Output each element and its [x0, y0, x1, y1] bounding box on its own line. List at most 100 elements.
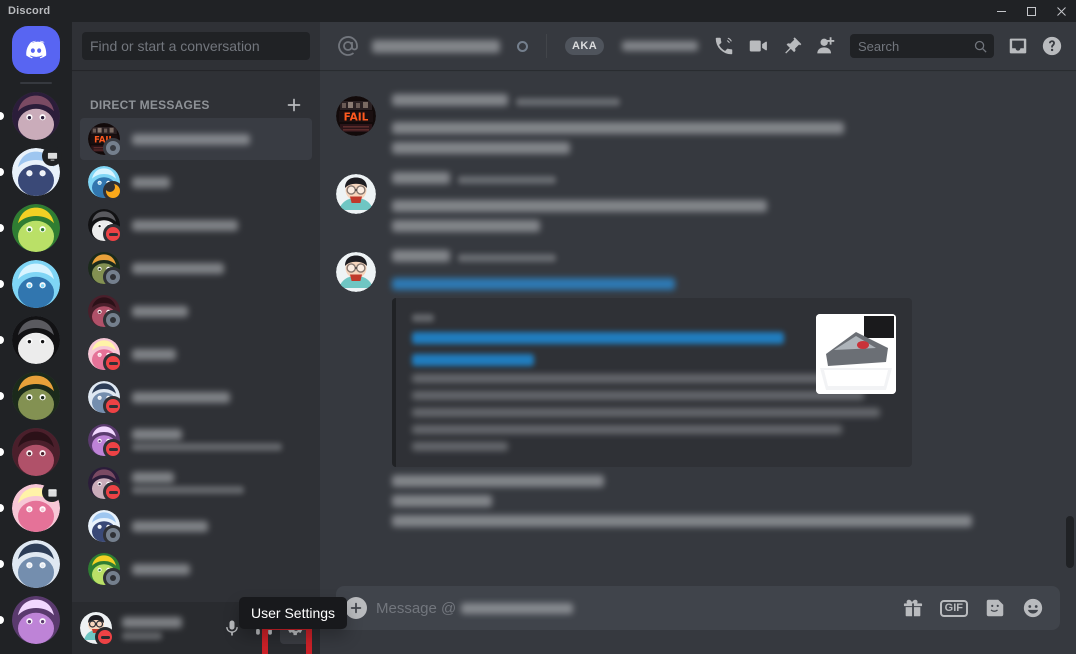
message-composer[interactable]: Message @ GIF	[336, 586, 1060, 630]
dm-name-redacted	[132, 563, 190, 575]
gif-button[interactable]: GIF	[939, 599, 968, 617]
server-icon-3[interactable]	[12, 204, 60, 252]
message-line-redacted	[392, 515, 972, 527]
header-divider	[546, 34, 547, 58]
dm-subtitle-redacted	[132, 443, 282, 451]
message-line-redacted	[392, 122, 844, 134]
dm-name-redacted	[132, 262, 224, 274]
dm-list-item[interactable]	[80, 161, 312, 203]
inbox-button[interactable]	[1002, 30, 1034, 62]
minimize-button[interactable]	[986, 0, 1016, 22]
status-badge	[103, 396, 123, 416]
server-icon-5[interactable]	[12, 316, 60, 364]
message-list[interactable]: FAIL	[320, 70, 1076, 586]
dm-list-item[interactable]	[80, 505, 312, 547]
chat-header: AKA Search	[320, 22, 1076, 70]
dm-name-redacted	[132, 520, 208, 532]
dm-list-item[interactable]	[80, 333, 312, 375]
user-identity[interactable]	[120, 616, 208, 640]
dm-list-item[interactable]	[80, 247, 312, 289]
avatar[interactable]	[80, 612, 115, 647]
embed-description-redacted	[412, 442, 508, 451]
link-embed[interactable]	[392, 298, 912, 467]
dm-item-label	[132, 391, 304, 403]
dm-list-item[interactable]	[80, 462, 312, 504]
emoji-button[interactable]	[1022, 597, 1044, 619]
dm-list-item[interactable]	[80, 290, 312, 332]
dm-name-redacted	[132, 219, 238, 231]
message	[320, 170, 1076, 234]
avatar	[88, 166, 123, 201]
find-conversation-input[interactable]: Find or start a conversation	[82, 32, 310, 60]
search-input[interactable]: Search	[850, 34, 994, 58]
server-icon-4[interactable]	[12, 260, 60, 308]
close-button[interactable]	[1046, 0, 1076, 22]
server-unread-pill	[0, 112, 4, 120]
embed-body	[412, 314, 880, 451]
messages-scrollbar[interactable]	[1066, 516, 1074, 568]
dm-list-item[interactable]: FAIL	[80, 118, 312, 160]
message-author-redacted	[392, 250, 450, 262]
avatar: FAIL	[88, 123, 123, 158]
app-frame: Find or start a conversation DIRECT MESS…	[0, 22, 1076, 654]
dm-name-redacted	[132, 348, 176, 360]
message-body	[392, 94, 1028, 154]
pinned-messages-button[interactable]	[776, 30, 808, 62]
emoji-smiley-icon	[1023, 598, 1043, 618]
gift-button[interactable]	[902, 597, 924, 619]
message-line-redacted	[392, 475, 604, 487]
sticker-button[interactable]	[984, 597, 1006, 619]
dm-list-item[interactable]	[80, 376, 312, 418]
message-line-redacted	[392, 220, 540, 232]
message-input[interactable]: Message @	[376, 600, 902, 617]
embed-title-redacted	[412, 354, 534, 366]
screen-share-icon	[42, 146, 62, 166]
start-video-call-button[interactable]	[742, 30, 774, 62]
help-button[interactable]	[1036, 30, 1068, 62]
gift-icon	[903, 599, 922, 617]
message-author-redacted	[392, 94, 508, 106]
server-icon-7[interactable]	[12, 428, 60, 476]
dm-list-item[interactable]	[80, 548, 312, 590]
dm-name-redacted	[132, 391, 230, 403]
server-icon-10[interactable]	[12, 596, 60, 644]
window-title-bar: Discord	[0, 0, 1076, 22]
start-voice-call-button[interactable]	[708, 30, 740, 62]
avatar[interactable]: FAIL	[336, 96, 376, 136]
message-timestamp-redacted	[516, 98, 620, 106]
avatar	[88, 209, 123, 244]
dm-list-item[interactable]	[80, 204, 312, 246]
server-icon-9[interactable]	[12, 540, 60, 588]
dm-name-redacted	[132, 305, 188, 317]
dm-list-item[interactable]	[80, 419, 312, 461]
server-icon-1[interactable]	[12, 92, 60, 140]
avatar	[88, 424, 123, 459]
home-button[interactable]	[12, 26, 60, 74]
message-content	[392, 278, 1028, 290]
dm-sidebar: Find or start a conversation DIRECT MESS…	[72, 22, 320, 654]
avatar	[88, 510, 123, 545]
svg-text:FAIL: FAIL	[344, 112, 369, 124]
message-line-redacted	[392, 142, 570, 154]
maximize-button[interactable]	[1016, 0, 1046, 22]
server-icon-6[interactable]	[12, 372, 60, 420]
embed-thumbnail	[816, 314, 896, 394]
composer-container: Message @ GIF	[320, 586, 1076, 654]
embed-description-redacted	[412, 408, 880, 417]
add-friends-to-dm-button[interactable]	[810, 30, 842, 62]
search-placeholder: Search	[858, 38, 900, 54]
embed-description-redacted	[412, 374, 876, 383]
plus-icon[interactable]	[286, 97, 302, 113]
window-controls	[986, 0, 1076, 22]
pin-icon	[785, 37, 802, 54]
server-unread-pill	[0, 448, 4, 456]
status-badge	[103, 525, 123, 545]
dm-item-label	[132, 472, 304, 494]
avatar	[88, 252, 123, 287]
avatar[interactable]	[336, 252, 376, 292]
dm-search-container: Find or start a conversation	[72, 22, 320, 70]
avatar[interactable]	[336, 174, 376, 214]
status-badge	[103, 267, 123, 287]
status-badge	[103, 568, 123, 588]
status-badge	[103, 482, 123, 502]
